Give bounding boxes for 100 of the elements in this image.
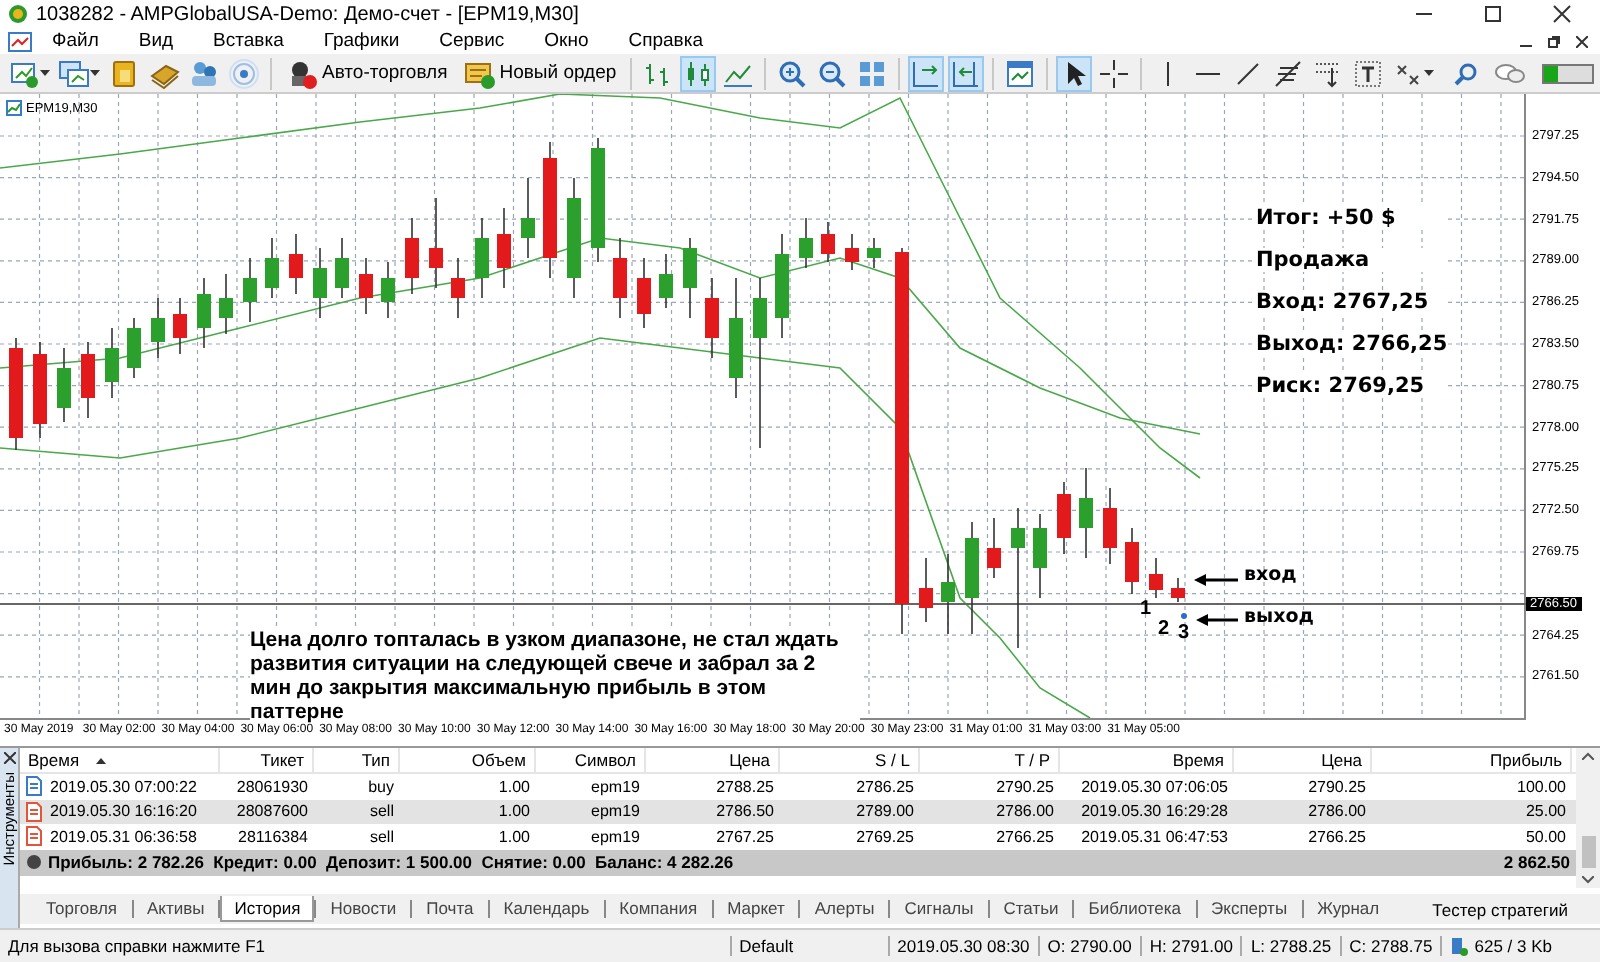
table-cell-text: 28116384: [236, 825, 310, 849]
candlestick: [705, 277, 719, 359]
table-cell-text: 1.00: [496, 825, 532, 849]
terminal-tab[interactable]: История: [220, 896, 315, 922]
table-cell: 2019.05.30 16:16:20: [20, 799, 220, 824]
terminal-tab[interactable]: Эксперты: [1197, 896, 1302, 922]
new-order-icon: [463, 57, 496, 89]
status-field: H: 2791.00: [1139, 936, 1241, 956]
candlestick: [127, 317, 141, 379]
candlestick: [1125, 527, 1139, 595]
menu-item[interactable]: Файл: [32, 30, 119, 52]
column-header[interactable]: S / L: [780, 748, 920, 772]
chart-window-icon: [6, 100, 22, 116]
table-cell-text: sell: [367, 800, 396, 824]
balance-icon: [26, 854, 42, 870]
exit-label: выход: [1244, 606, 1314, 628]
candlestick: [919, 557, 933, 623]
toolbar-button[interactable]: [1270, 55, 1307, 91]
terminal-tab[interactable]: Компания: [605, 896, 712, 922]
candlestick: [1079, 467, 1093, 559]
table-cell-text: 2019.05.31 06:47:53: [1079, 825, 1230, 849]
menu-item[interactable]: Сервис: [419, 30, 525, 52]
scroll-up-icon[interactable]: [1582, 752, 1594, 760]
column-header[interactable]: Символ: [536, 748, 646, 772]
candlestick: [987, 517, 1001, 579]
close-icon[interactable]: [3, 752, 15, 764]
connection-icon: [1450, 936, 1469, 956]
caret-icon[interactable]: [1424, 70, 1435, 76]
candlestick: [637, 257, 651, 329]
candlestick: [591, 137, 605, 263]
fibonacci-icon: [1272, 57, 1305, 89]
terminal-tab[interactable]: Статьи: [989, 896, 1073, 922]
auto-scroll-icon: [910, 57, 943, 89]
column-header[interactable]: Тип: [314, 748, 400, 772]
trade-summary-text: Риск: 2769,25: [1256, 374, 1448, 398]
terminal-tab[interactable]: Журнал: [1303, 896, 1394, 922]
candlestick: [799, 217, 813, 269]
candlestick: [359, 257, 373, 315]
vertical-line-icon: [1166, 61, 1171, 85]
column-header[interactable]: Цена: [646, 748, 780, 772]
terminal-tab[interactable]: Торговля: [32, 896, 132, 922]
exit-arrow: [1196, 614, 1238, 626]
terminal-tab[interactable]: Календарь: [489, 896, 604, 922]
signal-icon: [228, 57, 260, 89]
menu-item[interactable]: Справка: [608, 30, 724, 52]
menu-item[interactable]: Вид: [118, 30, 194, 52]
table-cell-text: 2766.25: [1306, 825, 1368, 849]
candlestick: [1149, 557, 1163, 599]
balance-summary-text: Прибыль: 2 782.26 Кредит: 0.00 Депозит: 1 500.00 Снятие: 0.00 Баланс: 4 282.26: [48, 852, 734, 872]
column-header[interactable]: Время: [20, 748, 220, 772]
close-icon[interactable]: [1576, 35, 1588, 47]
status-profile: Default: [729, 936, 888, 956]
terminal-tab[interactable]: Сигналы: [890, 896, 988, 922]
terminal-tab[interactable]: Почта: [412, 896, 488, 922]
terminal-tab[interactable]: Алерты: [800, 896, 889, 922]
column-header[interactable]: T / P: [920, 748, 1060, 772]
menu-item[interactable]: Окно: [524, 30, 609, 52]
sell-order-icon: [26, 826, 42, 847]
profiles-icon: [58, 57, 90, 89]
toolbar-button[interactable]: [1350, 55, 1387, 91]
terminal-tab[interactable]: Активы: [133, 896, 219, 922]
chart-menu-icon[interactable]: [8, 31, 32, 51]
candlestick: [867, 237, 881, 269]
search-icon[interactable]: [1454, 61, 1478, 85]
candlestick: [429, 197, 443, 289]
column-header[interactable]: Объем: [400, 748, 536, 772]
menu-item[interactable]: Графики: [303, 30, 420, 52]
column-header[interactable]: Время: [1060, 748, 1234, 772]
candlestick: [567, 177, 581, 299]
column-header[interactable]: Цена: [1234, 748, 1372, 772]
caret-icon[interactable]: [90, 70, 100, 76]
scroll-down-icon[interactable]: [1582, 876, 1594, 884]
terminal-tab[interactable]: Маркет: [713, 896, 799, 922]
terminal-tab[interactable]: Библиотека: [1074, 896, 1196, 922]
table-cell-text: 1.00: [496, 800, 532, 824]
new-order-button[interactable]: Новый ордер: [457, 55, 623, 91]
restore-icon[interactable]: [1548, 35, 1560, 47]
candlestick: [1033, 513, 1047, 599]
table-row[interactable]: 2019.05.30 16:16:20 28087600 sell 1.00 epm19 2786.50 2789.00 2786.00 2019.05.30 16:29:28 2786.00 25.00: [20, 799, 1576, 824]
toolbar-button[interactable]: [1096, 55, 1133, 91]
candlestick: [81, 341, 95, 419]
candlestick: [451, 257, 465, 319]
people-icon: [188, 57, 220, 89]
chat-icon[interactable]: [1494, 61, 1526, 85]
candlestick: [521, 177, 535, 259]
trade-marker-icon: [1181, 613, 1187, 619]
column-header[interactable]: Тикет: [220, 748, 314, 772]
tile-windows-icon: [856, 57, 889, 89]
strategy-tester-tab[interactable]: Тестер стратегий: [1432, 899, 1600, 919]
candlestick: [683, 237, 697, 319]
table-cell-text: 2767.25: [714, 825, 776, 849]
scrollbar[interactable]: [1576, 748, 1600, 888]
column-header[interactable]: Прибыль: [1372, 748, 1572, 772]
terminal-tab[interactable]: Новости: [316, 896, 411, 922]
caret-icon[interactable]: [40, 70, 50, 76]
menu-item[interactable]: Вставка: [193, 30, 304, 52]
status-field: L: 2788.25: [1240, 936, 1340, 956]
table-cell-text: 2786.25: [854, 775, 916, 799]
auto-trading-button[interactable]: Авто-торговля: [280, 55, 454, 91]
scrollbar-thumb[interactable]: [1581, 836, 1595, 868]
